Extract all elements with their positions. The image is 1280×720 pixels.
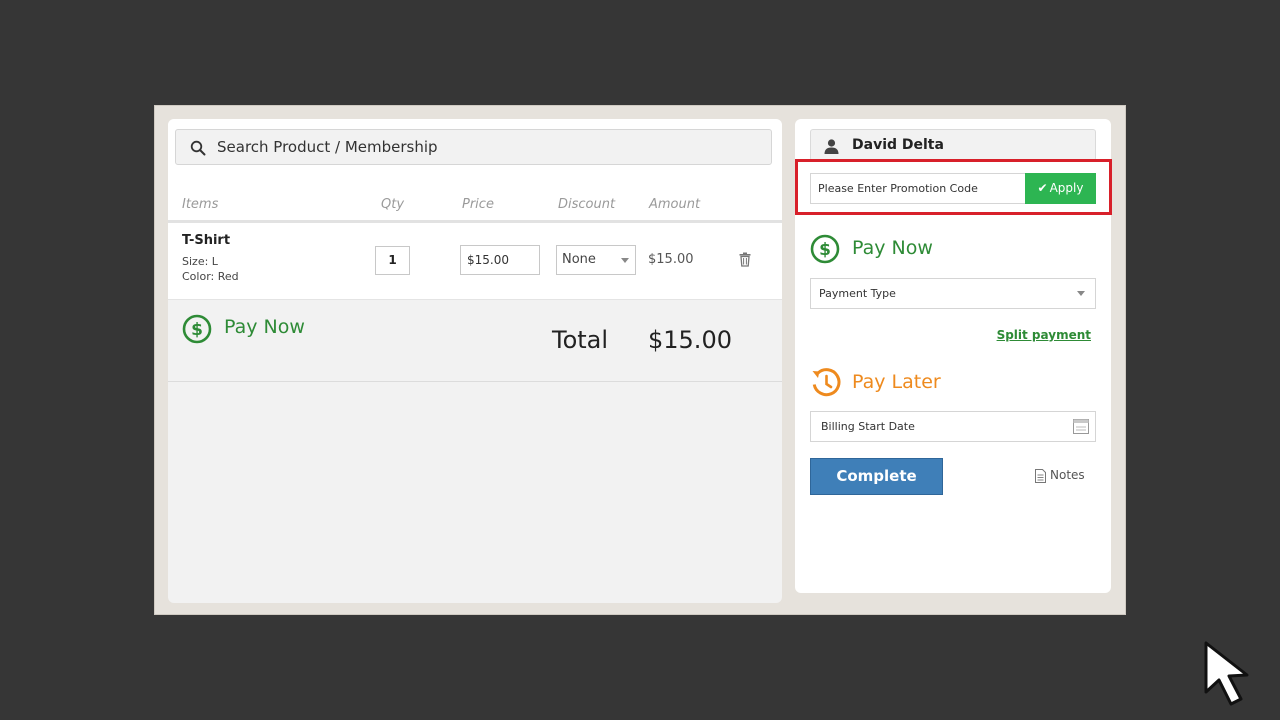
billing-placeholder: Billing Start Date: [821, 420, 915, 433]
customer-name: David Delta: [852, 137, 944, 153]
search-placeholder: Search Product / Membership: [217, 138, 438, 156]
payment-type-select[interactable]: Payment Type: [810, 278, 1096, 309]
cart-panel: Search Product / Membership Items Qty Pr…: [168, 119, 782, 603]
total-divider: [168, 381, 782, 382]
column-header-discount: Discount: [558, 197, 616, 212]
search-input[interactable]: Search Product / Membership: [175, 129, 772, 165]
dollar-circle-icon: $: [182, 314, 212, 344]
price-input[interactable]: $15.00: [460, 245, 540, 275]
total-label: Total: [552, 326, 609, 354]
apply-button[interactable]: ✔ Apply: [1025, 173, 1096, 204]
pay-later-heading: Pay Later: [852, 371, 941, 393]
row-divider: [168, 299, 782, 300]
item-name: T-Shirt: [182, 233, 231, 248]
column-header-price: Price: [462, 197, 494, 212]
column-header-items: Items: [182, 197, 219, 212]
user-icon: [824, 139, 839, 154]
dollar-circle-icon: $: [810, 234, 840, 264]
pay-now-label: Pay Now: [224, 316, 305, 338]
header-divider: [168, 220, 782, 223]
search-icon: [190, 140, 206, 156]
split-payment-link[interactable]: Split payment: [997, 328, 1091, 342]
total-value: $15.00: [648, 326, 732, 354]
item-amount: $15.00: [648, 252, 694, 267]
trash-icon[interactable]: [738, 252, 752, 267]
discount-select[interactable]: None: [556, 245, 636, 275]
discount-value: None: [562, 252, 596, 267]
svg-text:$: $: [819, 240, 831, 260]
item-color: Color: Red: [182, 270, 239, 283]
apply-label: Apply: [1049, 181, 1084, 195]
document-icon: [1035, 469, 1046, 483]
chevron-down-icon: [1077, 291, 1085, 296]
payment-type-placeholder: Payment Type: [819, 287, 896, 300]
complete-button[interactable]: Complete: [810, 458, 943, 495]
billing-start-date-input[interactable]: Billing Start Date: [810, 411, 1096, 442]
chevron-down-icon: [621, 258, 629, 263]
payment-panel: David Delta Please Enter Promotion Code …: [795, 119, 1112, 593]
promo-code-input[interactable]: Please Enter Promotion Code: [810, 173, 1026, 204]
customer-bar[interactable]: David Delta: [810, 129, 1096, 161]
notes-label: Notes: [1050, 468, 1085, 482]
qty-input[interactable]: 1: [375, 246, 410, 275]
column-header-amount: Amount: [649, 197, 701, 212]
checkout-window: Search Product / Membership Items Qty Pr…: [154, 105, 1126, 615]
calendar-icon[interactable]: [1073, 419, 1089, 434]
svg-text:$: $: [191, 320, 203, 340]
mouse-cursor-icon: [1204, 641, 1249, 706]
cart-items-area: Search Product / Membership Items Qty Pr…: [168, 119, 782, 299]
check-icon: ✔: [1037, 181, 1048, 195]
history-clock-icon: [812, 368, 841, 397]
column-header-qty: Qty: [381, 197, 405, 212]
pay-now-heading: Pay Now: [852, 237, 933, 259]
item-size: Size: L: [182, 255, 218, 268]
